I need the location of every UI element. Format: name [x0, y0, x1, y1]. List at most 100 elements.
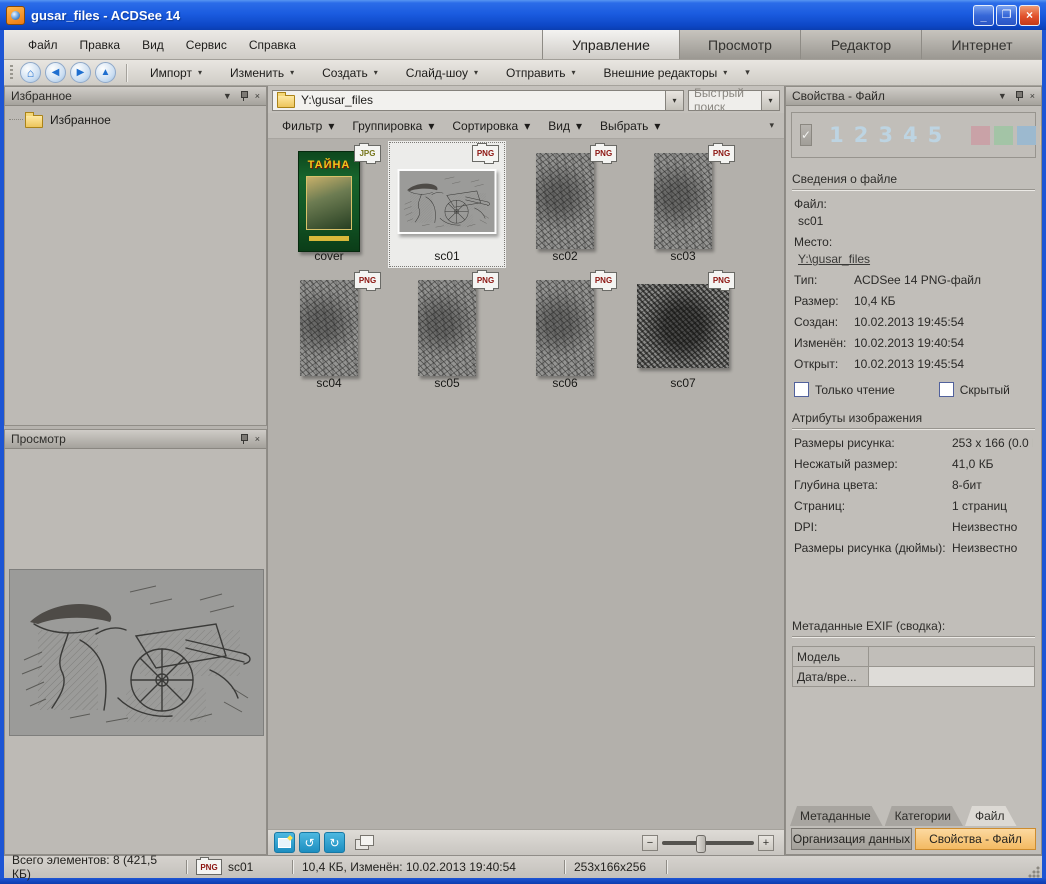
file-thumbnail-sc03[interactable]: PNG sc03	[624, 141, 742, 268]
properties-file-button[interactable]: Свойства - Файл	[915, 828, 1036, 850]
stack-icon[interactable]	[355, 835, 375, 851]
close-icon[interactable]: ×	[1030, 92, 1035, 101]
panel-menu-icon[interactable]: ▼	[223, 92, 232, 101]
tab-metadata[interactable]: Метаданные	[790, 806, 883, 826]
panel-menu-icon[interactable]: ▼	[998, 92, 1007, 101]
toolbar-grip[interactable]	[10, 65, 13, 81]
location-link[interactable]: Y:\gusar_files	[798, 252, 1033, 266]
browser-bottom-toolbar: ↺ ↻ − +	[268, 829, 784, 855]
zoom-in-button[interactable]: +	[758, 835, 774, 851]
send-button[interactable]: Отправить▾	[492, 62, 590, 84]
format-badge: PNG	[708, 272, 735, 289]
pin-icon[interactable]	[240, 434, 248, 444]
tab-file[interactable]: Файл	[965, 806, 1017, 826]
rating-4[interactable]: 4	[900, 123, 921, 147]
exif-section-header: Метаданные EXIF (сводка):	[792, 619, 1035, 637]
preview-panel: Просмотр ×	[4, 429, 267, 855]
check-icon: ✓	[801, 128, 811, 142]
maximize-button[interactable]: ❐	[996, 5, 1017, 26]
menu-tools[interactable]: Сервис	[176, 34, 237, 56]
close-icon[interactable]: ×	[255, 435, 260, 444]
zoom-out-button[interactable]: −	[642, 835, 658, 851]
toolbar-overflow-chevron[interactable]: ▾	[741, 65, 754, 80]
tag-checkbox[interactable]: ✓	[800, 124, 812, 146]
window-title: gusar_files - ACDSee 14	[31, 8, 973, 23]
minimize-button[interactable]: _	[973, 5, 994, 26]
search-placeholder: Быстрый поиск	[694, 86, 761, 114]
sorting-button[interactable]: Сортировка▾	[444, 115, 538, 137]
menu-file[interactable]: Файл	[18, 34, 68, 56]
color-label-red[interactable]	[971, 126, 990, 145]
tab-manage[interactable]: Управление	[542, 30, 679, 59]
zoom-slider-thumb[interactable]	[696, 835, 706, 853]
file-thumbnail-sc04[interactable]: PNG sc04	[270, 268, 388, 395]
filter-button[interactable]: Фильтр▾	[274, 115, 342, 137]
rating-5[interactable]: 5	[925, 123, 946, 147]
tab-view[interactable]: Просмотр	[679, 30, 800, 59]
select-button[interactable]: Выбрать▾	[592, 115, 668, 137]
forward-button[interactable]: ▶	[70, 62, 91, 83]
readonly-checkbox[interactable]	[794, 382, 809, 397]
opened-value: 10.02.2013 19:45:54	[854, 357, 1033, 371]
close-button[interactable]: ×	[1019, 5, 1040, 26]
file-thumbnail-sc05[interactable]: PNG sc05	[388, 268, 506, 395]
quick-search-input[interactable]: Быстрый поиск ▾	[688, 90, 780, 111]
file-name: sc06	[506, 376, 624, 390]
chevron-down-icon: ▾	[723, 68, 727, 77]
file-thumbnail-cover[interactable]: JPG ТАЙНА cover	[270, 141, 388, 268]
chevron-down-icon: ▾	[474, 68, 478, 77]
address-dropdown-button[interactable]: ▾	[665, 91, 683, 110]
status-dimensions: 253x166x256	[566, 856, 666, 878]
up-button[interactable]: ▲	[95, 62, 116, 83]
zoom-slider[interactable]	[662, 841, 754, 845]
file-thumbnail-sc02[interactable]: PNG sc02	[506, 141, 624, 268]
file-thumbnail-sc07[interactable]: PNG sc07	[624, 268, 742, 395]
resize-grip[interactable]	[1027, 865, 1040, 878]
color-label-tan[interactable]	[1040, 126, 1042, 145]
filter-overflow-chevron[interactable]: ▾	[765, 118, 778, 133]
close-icon[interactable]: ×	[255, 92, 260, 101]
add-image-button[interactable]	[274, 832, 295, 853]
properties-panel: Свойства - Файл ▼ × ✓ 1 2 3 4 5	[785, 86, 1042, 855]
rating-3[interactable]: 3	[875, 123, 896, 147]
rating-2[interactable]: 2	[851, 123, 872, 147]
pin-icon[interactable]	[1015, 91, 1023, 101]
import-button[interactable]: Импорт▾	[136, 62, 216, 84]
tab-internet[interactable]: Интернет	[921, 30, 1042, 59]
pin-icon[interactable]	[240, 91, 248, 101]
uncompressed-value: 41,0 КБ	[952, 457, 1033, 471]
grouping-button[interactable]: Группировка▾	[344, 115, 442, 137]
created-value: 10.02.2013 19:45:54	[854, 315, 1033, 329]
file-thumbnail-sc06[interactable]: PNG sc06	[506, 268, 624, 395]
cover-title-text: ТАЙНА	[308, 159, 351, 171]
external-editors-button[interactable]: Внешние редакторы▾	[590, 62, 742, 84]
color-label-green[interactable]	[994, 126, 1013, 145]
rating-1[interactable]: 1	[826, 123, 847, 147]
menu-edit[interactable]: Правка	[70, 34, 131, 56]
redo-button[interactable]: ↻	[324, 832, 345, 853]
tab-editor[interactable]: Редактор	[800, 30, 921, 59]
home-button[interactable]: ⌂	[20, 62, 41, 83]
cover-art	[306, 176, 352, 230]
menu-help[interactable]: Справка	[239, 34, 306, 56]
favorites-tree-item[interactable]: Избранное	[5, 106, 266, 128]
menu-view[interactable]: Вид	[132, 34, 174, 56]
create-button[interactable]: Создать▾	[308, 62, 392, 84]
maximize-icon: ❐	[1002, 10, 1012, 20]
undo-button[interactable]: ↺	[299, 832, 320, 853]
organize-data-button[interactable]: Организация данных	[791, 828, 912, 850]
search-dropdown-button[interactable]: ▾	[761, 91, 779, 110]
back-button[interactable]: ◀	[45, 62, 66, 83]
file-thumbnail-sc01[interactable]: PNG sc01	[388, 141, 506, 268]
file-name: sc04	[270, 376, 388, 390]
file-name: sc01	[388, 249, 506, 263]
slideshow-button[interactable]: Слайд-шоу▾	[392, 62, 492, 84]
color-label-blue[interactable]	[1017, 126, 1036, 145]
file-name: sc07	[624, 376, 742, 390]
address-bar[interactable]: Y:\gusar_files ▾	[272, 90, 684, 111]
edit-button[interactable]: Изменить▾	[216, 62, 308, 84]
up-icon: ▲	[101, 67, 111, 78]
tab-categories[interactable]: Категории	[885, 806, 963, 826]
view-button[interactable]: Вид▾	[540, 115, 590, 137]
hidden-checkbox[interactable]	[939, 382, 954, 397]
